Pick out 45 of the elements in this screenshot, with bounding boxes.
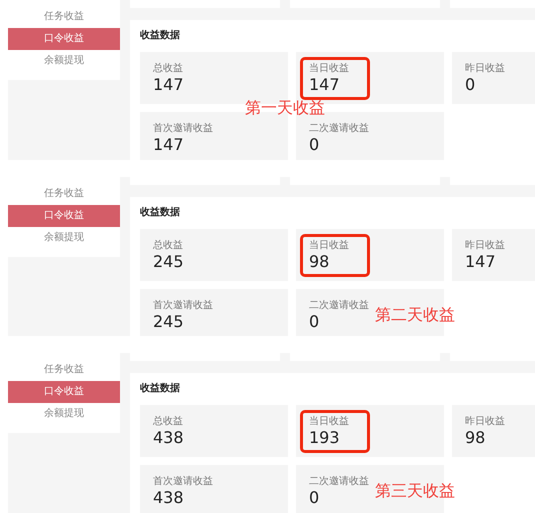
stat-label: 总收益: [153, 415, 184, 428]
sidebar-item[interactable]: 任务收益: [8, 359, 120, 382]
stat-value: 245: [153, 252, 184, 272]
stat-value: 98: [309, 252, 330, 272]
stat-value: 0: [309, 488, 320, 508]
sidebar-item[interactable]: 余额提现: [8, 403, 120, 426]
annotation-text: 第三天收益: [375, 481, 455, 502]
stat-label: 总收益: [153, 238, 184, 252]
sidebar-item[interactable]: 任务收益: [8, 6, 120, 28]
stat-label: 昨日收益: [465, 62, 505, 75]
stat-label: 首次邀请收益: [153, 298, 213, 312]
stat-label: 当日收益: [309, 238, 349, 252]
stat-value: 98: [465, 428, 486, 448]
stat-label: 首次邀请收益: [153, 122, 213, 135]
stat-label: 当日收益: [309, 62, 349, 75]
stat-value: 147: [465, 252, 497, 272]
stat-value: 0: [465, 75, 476, 95]
sidebar-item[interactable]: 口令收益: [8, 28, 120, 50]
stat-label: 当日收益: [309, 415, 349, 428]
stat-value: 438: [153, 488, 185, 508]
sidebar-item[interactable]: 口令收益: [8, 204, 120, 227]
stat-value: 147: [153, 75, 184, 95]
stat-value: 0: [309, 135, 320, 155]
stat-value: 0: [309, 312, 320, 332]
stat-label: 二次邀请收益: [309, 475, 369, 488]
stat-label: 二次邀请收益: [309, 122, 369, 135]
section-title: 收益数据: [140, 382, 181, 396]
section-title: 收益数据: [140, 28, 181, 42]
stat-value: 193: [309, 428, 341, 448]
stat-label: 二次邀请收益: [309, 298, 369, 312]
sidebar-item[interactable]: 任务收益: [8, 182, 120, 205]
annotation-text: 第一天收益: [245, 98, 325, 119]
stat-value: 147: [309, 75, 341, 95]
sidebar-item[interactable]: 口令收益: [8, 381, 120, 404]
stat-label: 总收益: [153, 62, 184, 75]
stat-value: 438: [153, 428, 184, 448]
stat-value: 147: [153, 135, 185, 155]
section-title: 收益数据: [140, 206, 181, 219]
stat-label: 昨日收益: [465, 238, 505, 252]
sidebar-item[interactable]: 余额提现: [8, 226, 120, 249]
sidebar-item[interactable]: 余额提现: [8, 50, 120, 72]
stat-label: 昨日收益: [465, 415, 505, 428]
stat-value: 245: [153, 312, 185, 332]
stat-label: 首次邀请收益: [153, 475, 213, 488]
annotation-text: 第二天收益: [375, 304, 455, 326]
